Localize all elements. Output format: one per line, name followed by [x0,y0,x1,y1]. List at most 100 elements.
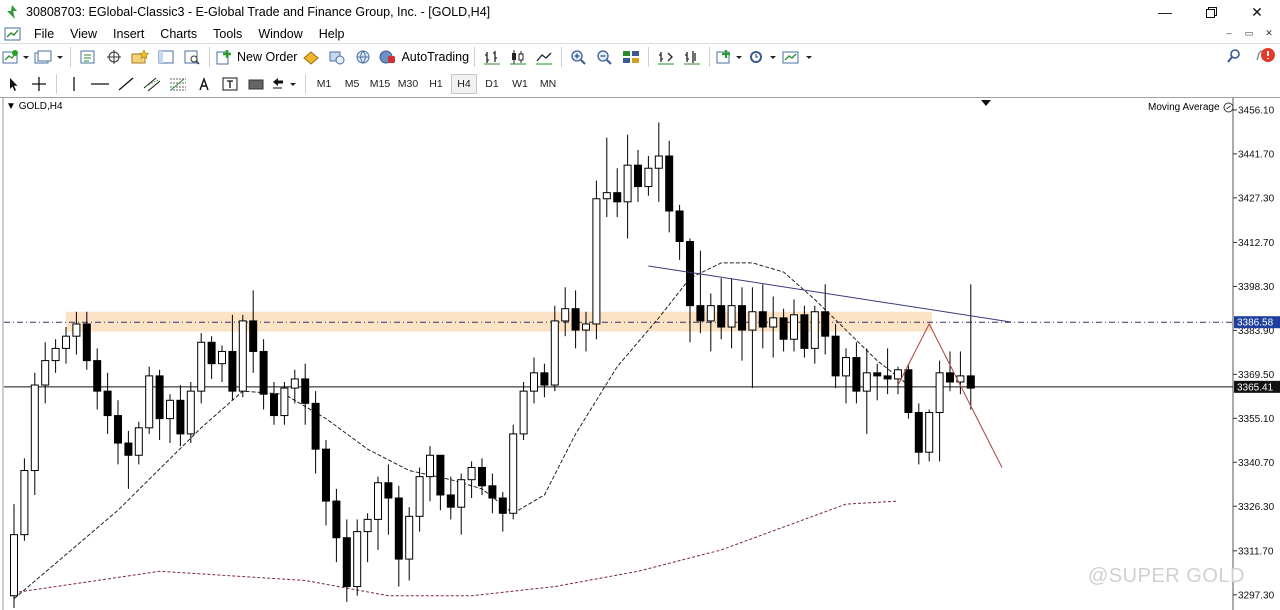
cursor-tool-button[interactable] [1,73,25,95]
candle-body [176,399,185,435]
candle [966,284,975,410]
candle-body [852,357,861,392]
market-button[interactable] [351,46,375,68]
candle [509,424,518,520]
horizontal-line-icon [91,82,109,85]
candle-body [613,192,622,203]
timeframe-mn[interactable]: MN [535,74,561,94]
menu-help[interactable]: Help [311,27,353,41]
symbol-text: GOLD,H4 [18,101,63,112]
projection-path [897,322,1003,468]
restore-button[interactable] [1188,0,1234,24]
chart-close-button[interactable]: ✕ [1262,26,1276,40]
timeframe-h4[interactable]: H4 [451,73,477,94]
notifications-button[interactable] [1254,46,1276,69]
tile-windows-button[interactable] [619,46,643,68]
autotrading-label: AutoTrading [401,50,470,64]
candlestick-chart-button[interactable] [506,46,530,68]
candle [176,385,185,447]
new-chart-button[interactable] [1,46,31,68]
candle-body [301,378,310,404]
timeframe-m15[interactable]: M15 [367,74,393,94]
price-chart[interactable]: 3456.103441.703427.303412.703398.303383.… [0,98,1280,610]
menu-tools[interactable]: Tools [205,27,250,41]
candle-body [238,320,247,392]
rectangle-button[interactable] [244,73,268,95]
metaeditor-button[interactable] [299,46,323,68]
horizontal-line-button[interactable] [88,73,112,95]
candle [20,458,29,541]
toolbar-separator [305,73,306,94]
candle [946,351,954,392]
candle-body [30,384,39,472]
vertical-line-button[interactable] [62,73,86,95]
candle-body [800,314,809,349]
window-title: 30808703: EGlobal-Classic3 - E-Global Tr… [26,5,491,19]
text-tool-button[interactable] [192,73,216,95]
collapse-triangle-icon[interactable]: ▼ [6,101,16,112]
candle [498,491,507,532]
candle-body [665,155,674,212]
toolbar-separator [648,47,650,67]
timeframe-w1[interactable]: W1 [507,74,533,94]
candlestick-icon [510,50,527,65]
text-label-button[interactable] [218,73,242,95]
candle [925,409,934,462]
line-chart-icon [536,52,553,65]
periods-button[interactable] [747,46,779,68]
search-button[interactable] [1226,48,1242,67]
market-watch-button[interactable] [76,46,100,68]
fibonacci-button[interactable] [166,73,190,95]
new-chart-icon [2,50,29,64]
menu-file[interactable]: File [26,27,62,41]
candle-body [103,390,112,417]
close-button[interactable]: ✕ [1234,0,1280,24]
zoom-out-button[interactable] [593,46,617,68]
line-chart-button[interactable] [532,46,556,68]
indicators-button[interactable] [715,46,745,68]
menu-charts[interactable]: Charts [152,27,205,41]
candle [332,488,341,563]
timeframe-m30[interactable]: M30 [395,74,421,94]
new-order-icon [216,50,231,65]
timeframe-m5[interactable]: M5 [339,74,365,94]
toolbar-separator [474,47,476,67]
chart-restore-button[interactable]: ▭ [1242,26,1256,40]
arrows-button[interactable] [270,73,300,95]
menu-view[interactable]: View [62,27,105,41]
strategy-tester-button[interactable] [180,46,204,68]
new-order-button[interactable]: New Order [215,46,297,68]
crosshair-tool-button[interactable] [27,73,51,95]
trendline-button[interactable] [114,73,138,95]
templates-button[interactable] [781,46,815,68]
equidistant-channel-button[interactable] [140,73,164,95]
candle [790,299,798,352]
navigator-button[interactable] [128,46,152,68]
chart-minimize-button[interactable]: – [1222,26,1236,40]
menu-window[interactable]: Window [250,27,310,41]
terminal-button[interactable] [154,46,178,68]
candle-body [779,317,788,340]
minimize-button[interactable]: — [1142,0,1188,24]
profiles-button[interactable] [33,46,65,68]
timeframe-m1[interactable]: M1 [311,74,337,94]
price-tick-label: 3427.30 [1238,193,1275,204]
timeframe-h1[interactable]: H1 [423,74,449,94]
candle [103,372,112,434]
menu-insert[interactable]: Insert [105,27,152,41]
chart-window-icon[interactable] [4,26,22,42]
auto-scroll-button[interactable] [654,46,678,68]
candle-body [717,305,726,328]
chart-window[interactable]: 3456.10 3441.70 3427.30 3412.70 3398.30 3383.… [0,97,1280,610]
candle-body [488,485,497,499]
autotrading-button[interactable]: AutoTrading [377,46,469,68]
chart-shift-button[interactable] [680,46,704,68]
timeframe-d1[interactable]: D1 [479,74,505,94]
indicator-label[interactable]: Moving Average [1148,102,1234,113]
zoom-in-button[interactable] [567,46,591,68]
data-window-button[interactable] [102,46,126,68]
bar-chart-button[interactable] [480,46,504,68]
candle-body [478,466,486,487]
candle-body [20,470,29,536]
signals-button[interactable] [325,46,349,68]
